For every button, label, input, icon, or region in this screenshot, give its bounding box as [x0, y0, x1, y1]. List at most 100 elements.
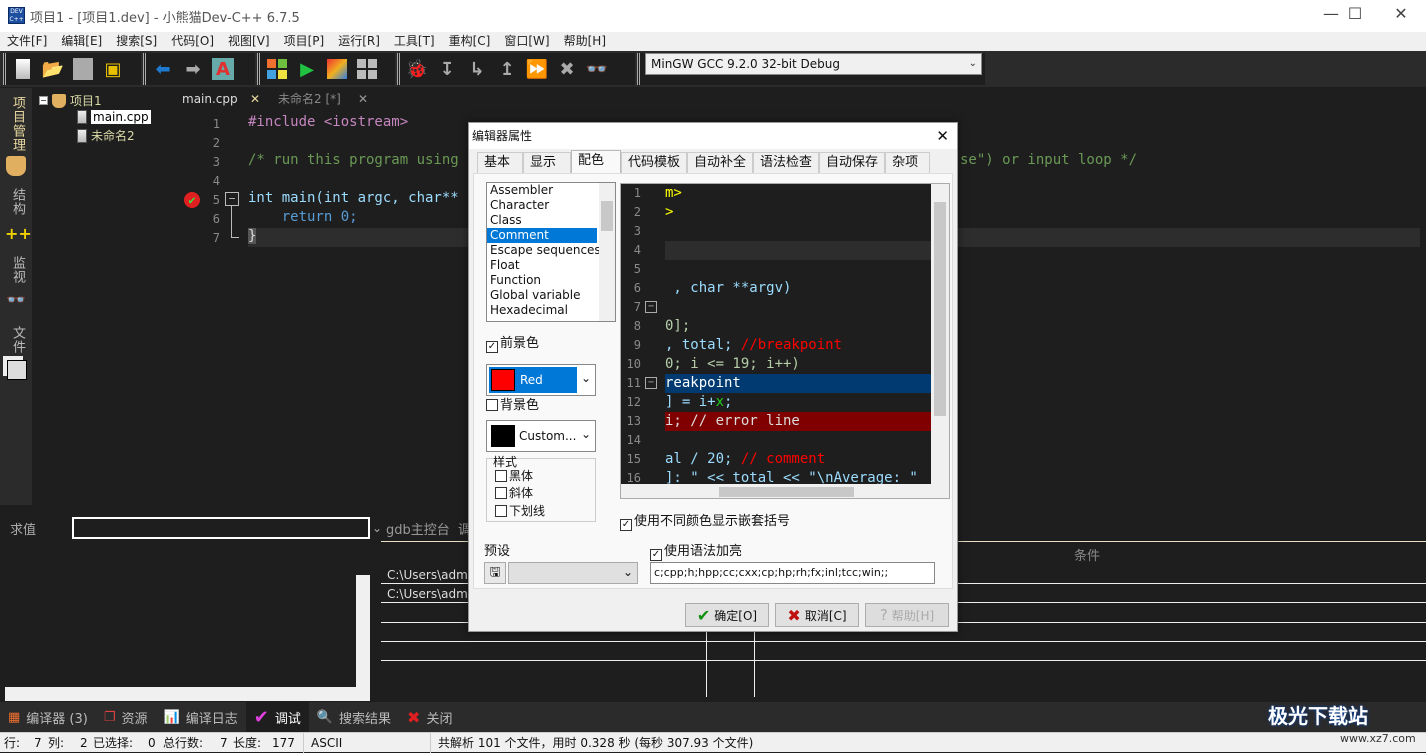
tab-syntax-check[interactable]: 语法检查 [753, 152, 820, 173]
tab-colors[interactable]: 配色 [571, 150, 621, 174]
list-item[interactable]: Function [487, 273, 615, 288]
chevron-down-icon: ⌄ [622, 565, 633, 579]
menu-project[interactable]: 项目[P] [284, 32, 325, 51]
list-item[interactable]: Global variable [487, 288, 615, 303]
list-item-selected[interactable]: Comment [487, 228, 597, 243]
preset-apply-button[interactable]: 🖫 [484, 562, 506, 584]
step-into-icon[interactable]: ↳ [466, 58, 488, 80]
menu-file[interactable]: 文件[F] [7, 32, 47, 51]
tab-code-templates[interactable]: 代码模板 [621, 152, 688, 173]
italic-checkbox[interactable]: 斜体 [495, 484, 533, 501]
list-item[interactable]: Assembler [487, 183, 615, 198]
eval-input[interactable]: ⌄ [72, 517, 382, 539]
tab-untitled2[interactable]: 未命名2 [*] ✕ [266, 88, 376, 110]
step-out-icon[interactable]: ↥ [496, 58, 518, 80]
bold-checkbox[interactable]: 黑体 [495, 467, 533, 484]
close-tab-icon[interactable]: ✕ [358, 88, 368, 110]
table-row[interactable] [381, 660, 1426, 661]
menu-search[interactable]: 搜索[S] [116, 32, 157, 51]
tree-root[interactable]: − 项目1 [39, 92, 102, 109]
tab-watch[interactable]: 监视 [8, 256, 27, 284]
background-checkbox[interactable]: 背景色 [486, 394, 539, 413]
step-over-icon[interactable]: ↧ [436, 58, 458, 80]
dialog-close-button[interactable]: ✕ [936, 123, 949, 149]
syntax-highlight-checkbox[interactable]: ✓ 使用语法加亮 [650, 540, 742, 561]
debug-bug-icon[interactable]: 🐞 [406, 58, 428, 80]
tab-misc[interactable]: 杂项 [885, 152, 931, 173]
tab-autocomplete[interactable]: 自动补全 [687, 152, 754, 173]
tab-main-cpp[interactable]: main.cpp ✕ [170, 88, 270, 110]
menu-tools[interactable]: 工具[T] [394, 32, 435, 51]
save-all-icon[interactable]: ▣ [102, 58, 124, 80]
foreground-checkbox[interactable]: ✓ 前景色 [486, 332, 539, 353]
compile-run-icon[interactable] [326, 58, 348, 80]
menu-help[interactable]: 帮助[H] [564, 32, 606, 51]
debug-output[interactable] [5, 575, 370, 701]
menu-edit[interactable]: 编辑[E] [61, 32, 102, 51]
code-line: int main(int argc, char** [248, 190, 459, 206]
foreground-color-select[interactable]: Red ⌄ [486, 364, 596, 396]
tab-structure[interactable]: 结构 [8, 188, 27, 216]
condition-header: 条件 [1074, 549, 1101, 564]
maximize-button[interactable]: ☐ [1332, 4, 1378, 28]
list-scrollbar[interactable] [599, 183, 615, 321]
nested-brackets-checkbox[interactable]: ✓ 使用不同颜色显示嵌套括号 [620, 510, 790, 531]
toolbar-file-group: 📂 ▣ [3, 53, 141, 85]
list-item[interactable]: Hexadecimal [487, 303, 615, 318]
tree-file-untitled[interactable]: 未命名2 [77, 127, 135, 144]
tab-files[interactable]: 文件 [8, 326, 27, 354]
preview-hscrollbar[interactable] [621, 484, 949, 498]
tree-file-main[interactable]: main.cpp [77, 110, 151, 124]
close-tab-icon[interactable]: ✕ [250, 88, 260, 110]
list-item[interactable]: Float [487, 258, 615, 273]
tab-compile-log[interactable]: 📊 编译日志 [156, 702, 246, 732]
menu-window[interactable]: 窗口[W] [504, 32, 549, 51]
table-row[interactable] [381, 641, 1426, 642]
underline-checkbox[interactable]: 下划线 [495, 502, 545, 519]
list-item[interactable]: Class [487, 213, 615, 228]
preset-select[interactable]: ⌄ [508, 562, 638, 584]
nested-brackets-label: 使用不同颜色显示嵌套括号 [634, 514, 791, 529]
menu-view[interactable]: 视图[V] [228, 32, 270, 51]
tab-resources[interactable]: ❐ 资源 [96, 702, 156, 732]
format-code-icon[interactable]: A [212, 58, 234, 80]
menu-code[interactable]: 代码[O] [171, 32, 214, 51]
background-color-select[interactable]: Custom... ⌄ [486, 420, 596, 452]
color-element-list[interactable]: Assembler Character Class Comment Escape… [486, 182, 616, 322]
dialog-title: 编辑器属性 [472, 129, 533, 143]
fold-icon[interactable]: − [225, 192, 239, 206]
back-arrow-icon[interactable]: ⬅ [152, 58, 174, 80]
tab-project-manager[interactable]: 项目管理 [8, 96, 27, 152]
stop-debug-icon[interactable]: ✖ [556, 58, 578, 80]
background-label: 背景色 [500, 398, 540, 413]
compile-icon[interactable] [266, 58, 288, 80]
continue-icon[interactable]: ⏩ [526, 58, 548, 80]
preview-vscrollbar[interactable] [931, 184, 949, 484]
extensions-input[interactable]: c;cpp;h;hpp;cc;cxx;cp;hp;rh;fx;inl;tcc;w… [650, 562, 935, 584]
tab-compiler[interactable]: ▦ 编译器 (3) [0, 702, 96, 732]
close-button[interactable]: ✕ [1378, 4, 1424, 28]
scrollbar-thumb[interactable] [601, 201, 613, 231]
open-folder-icon[interactable]: 📂 [42, 58, 64, 80]
collapse-icon[interactable]: − [39, 96, 48, 105]
add-watch-icon[interactable]: 👓 [586, 58, 608, 80]
run-icon[interactable]: ▶ [296, 58, 318, 80]
tab-close[interactable]: ✖ 关闭 [399, 702, 460, 732]
tab-search-results[interactable]: 🔍 搜索结果 [309, 702, 399, 732]
menu-refactor[interactable]: 重构[C] [449, 32, 491, 51]
compiler-select[interactable]: MinGW GCC 9.2.0 32-bit Debug ⌄ [645, 53, 982, 75]
menu-run[interactable]: 运行[R] [338, 32, 380, 51]
list-item[interactable]: Character [487, 198, 615, 213]
list-item[interactable]: Escape sequences [487, 243, 615, 258]
tab-gdb-console[interactable]: gdb主控台 [386, 519, 450, 538]
new-file-icon[interactable] [12, 58, 34, 80]
forward-arrow-icon[interactable]: ➡ [182, 58, 204, 80]
save-icon[interactable] [72, 58, 94, 80]
tab-debug[interactable]: ✔ 调试 [245, 702, 309, 732]
cancel-button[interactable]: ✖ 取消[C] [775, 603, 859, 627]
tab-autosave[interactable]: 自动保存 [819, 152, 886, 173]
tab-basic[interactable]: 基本 [477, 152, 523, 173]
ok-button[interactable]: ✔ 确定[O] [685, 603, 769, 627]
tab-display[interactable]: 显示 [523, 152, 571, 173]
rebuild-icon[interactable] [356, 58, 378, 80]
